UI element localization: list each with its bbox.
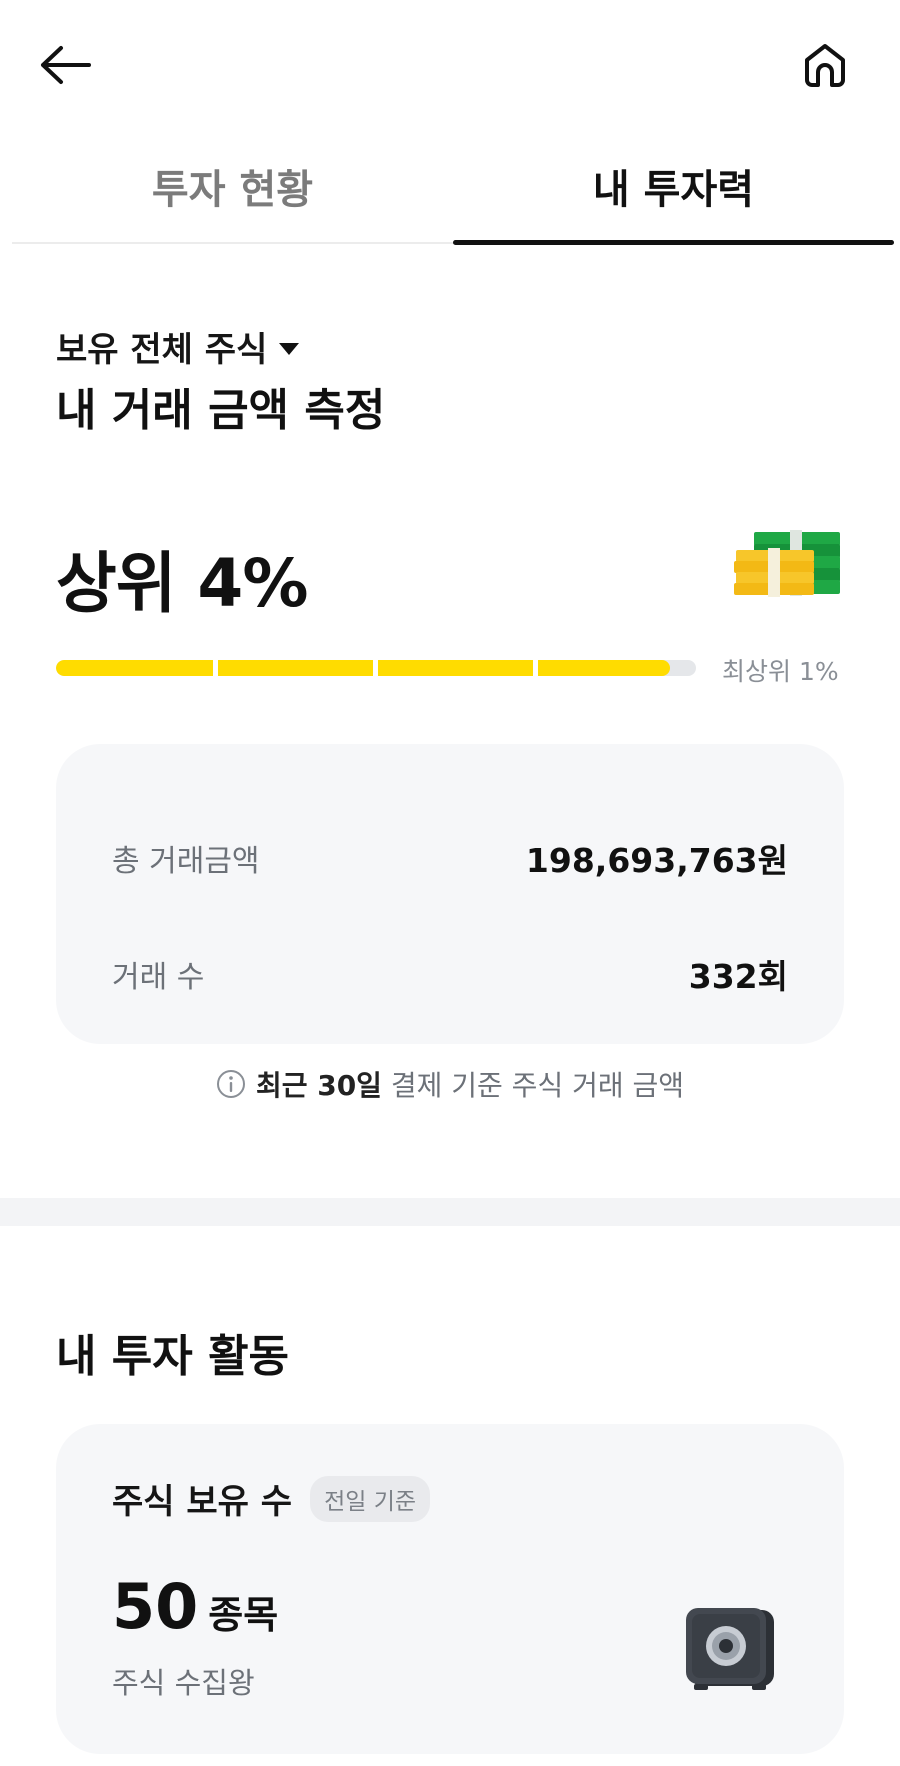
- scope-label: 보유 전체 주식: [56, 330, 268, 370]
- scope-dropdown[interactable]: 보유 전체 주식: [56, 322, 300, 371]
- holding-header: 주식 보유 수 전일 기준: [112, 1474, 431, 1523]
- info-circle-icon: [216, 1070, 245, 1098]
- tab-my-investment-power[interactable]: 내 투자력: [453, 130, 894, 245]
- basis-note: 최근 30일 결제 기준 주식 거래 금액: [0, 1064, 900, 1104]
- home-icon: [805, 44, 845, 87]
- activity-title: 내 투자 활동: [56, 1331, 290, 1382]
- tab-bar: 투자 현황 내 투자력: [12, 130, 894, 245]
- rank-progress-fill: [56, 660, 671, 676]
- money-stacks-icon: [734, 530, 840, 597]
- stat-label: 거래 수: [112, 960, 205, 995]
- stat-value: 198,693,763원: [525, 841, 788, 880]
- arrow-left-icon: [41, 46, 91, 84]
- progress-end-label: 최상위 1%: [722, 657, 839, 686]
- home-button[interactable]: [796, 36, 854, 94]
- holding-card[interactable]: 주식 보유 수 전일 기준 50 종목 주식 수집왕: [56, 1424, 844, 1754]
- caret-down-icon: [279, 342, 300, 355]
- holding-subtitle: 주식 수집왕: [112, 1666, 255, 1700]
- holding-unit: 종목: [208, 1593, 279, 1637]
- basis-badge: 전일 기준: [310, 1475, 431, 1522]
- rank-progress-bar: [56, 660, 696, 676]
- stat-row-trade-count: 거래 수 332회: [112, 950, 788, 998]
- trade-stats-card: 총 거래금액 198,693,763원 거래 수 332회: [56, 744, 844, 1044]
- stat-row-total-amount: 총 거래금액 198,693,763원: [112, 834, 788, 882]
- measure-title: 내 거래 금액 측정: [56, 385, 386, 436]
- tab-investment-status[interactable]: 투자 현황: [12, 130, 453, 242]
- note-period: 최근 30일: [255, 1069, 382, 1102]
- holding-number: 50: [112, 1570, 199, 1643]
- note-text: 결제 기준 주식 거래 금액: [390, 1069, 685, 1102]
- section-divider: [0, 1198, 900, 1226]
- holding-count: 50 종목: [112, 1570, 278, 1643]
- rank-text: 상위 4%: [56, 545, 308, 622]
- progress-separator: [213, 660, 218, 676]
- progress-separator: [533, 660, 538, 676]
- top-bar: [0, 0, 900, 130]
- back-button[interactable]: [36, 36, 94, 94]
- holding-title: 주식 보유 수: [112, 1482, 293, 1522]
- safe-icon: [686, 1608, 774, 1690]
- progress-separator: [373, 660, 378, 676]
- stat-value: 332회: [688, 957, 788, 996]
- stat-label: 총 거래금액: [112, 844, 260, 879]
